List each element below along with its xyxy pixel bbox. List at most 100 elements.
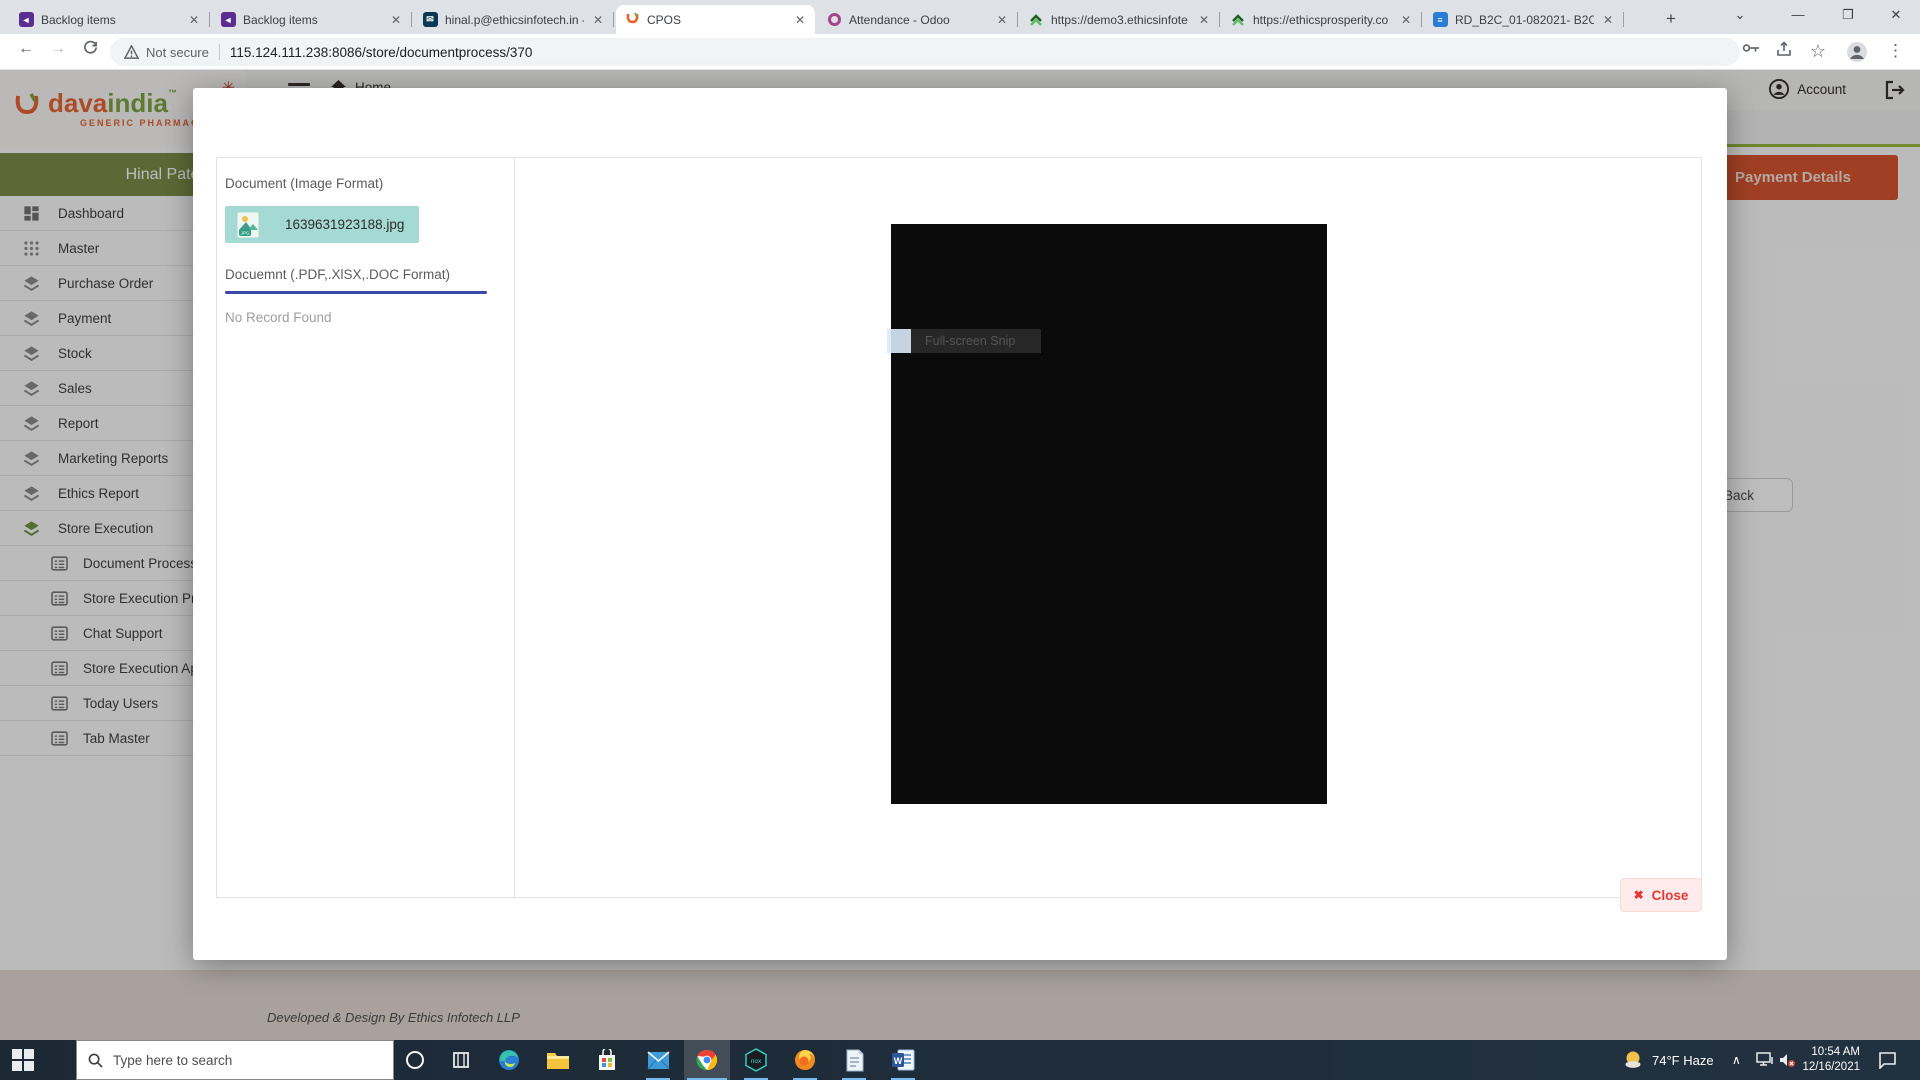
start-button-icon[interactable] [12, 1049, 34, 1071]
tab-close-icon[interactable]: ✕ [1601, 13, 1615, 27]
tab-close-icon[interactable]: ✕ [995, 13, 1009, 27]
svg-text:W: W [894, 1056, 903, 1066]
browser-tab-strip: ◄ Backlog items ✕ ◄ Backlog items ✕ ✉ hi… [0, 0, 1920, 34]
tab-close-icon[interactable]: ✕ [591, 13, 605, 27]
ethics-site-icon [1028, 12, 1044, 28]
tab-backlog-1[interactable]: ◄ Backlog items ✕ [10, 5, 209, 34]
mail-icon: ✉ [422, 12, 438, 28]
azure-devops-icon: ◄ [18, 12, 34, 28]
forward-icon[interactable]: → [46, 40, 70, 58]
profile-avatar[interactable] [1846, 41, 1868, 67]
restore-button[interactable]: ❐ [1826, 0, 1870, 32]
davaindia-icon [624, 12, 640, 28]
task-view-icon[interactable] [438, 1040, 484, 1080]
tab-odoo[interactable]: Attendance - Odoo ✕ [818, 5, 1017, 34]
weather-haze-icon [1622, 1049, 1644, 1071]
reload-icon[interactable] [78, 40, 102, 60]
tab-search-icon[interactable]: ⌄ [1718, 0, 1762, 32]
new-tab-button[interactable]: + [1658, 7, 1684, 33]
section-underline [225, 291, 487, 294]
chrome-menu-icon[interactable]: ⋮ [1887, 41, 1904, 61]
tray-expand-chevron[interactable]: ∧ [1732, 1040, 1741, 1080]
tab-title: Attendance - Odoo [849, 13, 988, 27]
snip-notepad-icon[interactable] [831, 1040, 877, 1080]
not-secure-warning-icon [124, 45, 139, 59]
clock-time: 10:54 AM [1798, 1045, 1860, 1060]
weather-widget[interactable]: 74°F Haze [1622, 1040, 1714, 1080]
screen: ◄ Backlog items ✕ ◄ Backlog items ✕ ✉ hi… [0, 0, 1920, 1080]
security-label[interactable]: Not secure [146, 45, 209, 60]
taskbar-clock[interactable]: 10:54 AM 12/16/2021 [1798, 1045, 1860, 1075]
tab-title: CPOS [647, 13, 786, 27]
modal-body: Document (Image Format) JPG 163963192318… [216, 157, 1702, 898]
close-x-icon: ✖ [1634, 888, 1644, 902]
tab-title: https://demo3.ethicsinfote [1051, 13, 1190, 27]
close-window-button[interactable]: ✕ [1874, 0, 1918, 32]
cortana-icon[interactable] [392, 1040, 438, 1080]
tab-close-icon[interactable]: ✕ [1197, 13, 1211, 27]
password-key-icon[interactable] [1742, 41, 1760, 59]
svg-text:JPG: JPG [241, 230, 250, 235]
tab-cpos-active[interactable]: CPOS ✕ [616, 5, 815, 34]
snip-tooltip-text: Full-screen Snip [925, 334, 1015, 348]
weather-text: 74°F Haze [1652, 1053, 1714, 1068]
volume-muted-icon[interactable] [1778, 1040, 1796, 1080]
odoo-icon [826, 12, 842, 28]
fullscreen-snip-tooltip: Full-screen Snip [887, 329, 1041, 353]
file-name: 1639631923188.jpg [285, 217, 404, 232]
taskbar-search[interactable]: Type here to search [76, 1040, 394, 1080]
svg-text:nox: nox [751, 1058, 762, 1065]
browser-toolbar: ← → Not secure 115.124.111.238:8086/stor… [0, 34, 1920, 70]
back-icon[interactable]: ← [14, 40, 38, 58]
selected-image-file[interactable]: JPG 1639631923188.jpg [225, 206, 419, 243]
mail-app-icon[interactable] [635, 1040, 681, 1080]
tab-word-doc[interactable]: ≡ RD_B2C_01-082021- B2C A ✕ [1424, 5, 1623, 34]
tab-close-icon[interactable]: ✕ [793, 13, 807, 27]
chrome-icon[interactable] [684, 1040, 730, 1080]
doc-format-section-label: Docuemnt (.PDF,.XlSX,.DOC Format) [225, 267, 506, 282]
document-preview-modal: Document (Image Format) JPG 163963192318… [193, 88, 1727, 960]
divider [219, 44, 220, 60]
tab-title: Backlog items [41, 13, 180, 27]
tab-close-icon[interactable]: ✕ [187, 13, 201, 27]
azure-devops-icon: ◄ [220, 12, 236, 28]
tab-title: Backlog items [243, 13, 382, 27]
snip-highlight [887, 329, 911, 353]
search-icon [88, 1053, 103, 1068]
tab-close-icon[interactable]: ✕ [1399, 13, 1413, 27]
image-format-section-label: Document (Image Format) [225, 176, 506, 191]
share-icon[interactable] [1776, 41, 1792, 61]
document-image-preview[interactable]: Full-screen Snip [891, 224, 1327, 804]
windows-taskbar: Type here to search nox [0, 1040, 1920, 1080]
app-page: Home Account Store Execution Process dav… [0, 70, 1920, 1040]
tab-title: hinal.p@ethicsinfotech.in - [445, 13, 584, 27]
tab-ethicsprosperity[interactable]: https://ethicsprosperity.co ✕ [1222, 5, 1421, 34]
firefox-icon[interactable] [782, 1040, 828, 1080]
modal-close-button[interactable]: ✖ Close [1620, 878, 1702, 912]
word-doc-icon: ≡ [1432, 12, 1448, 28]
document-list-panel: Document (Image Format) JPG 163963192318… [217, 158, 515, 897]
network-icon[interactable] [1756, 1040, 1774, 1080]
tab-mail[interactable]: ✉ hinal.p@ethicsinfotech.in - ✕ [414, 5, 613, 34]
tab-close-icon[interactable]: ✕ [389, 13, 403, 27]
minimize-button[interactable]: — [1776, 0, 1820, 32]
word-icon[interactable]: W [880, 1040, 926, 1080]
url-text[interactable]: 115.124.111.238:8086/store/documentproce… [230, 45, 532, 60]
no-record-text: No Record Found [225, 310, 506, 325]
file-explorer-icon[interactable] [535, 1040, 581, 1080]
jpg-file-icon: JPG [237, 212, 259, 238]
action-center-icon[interactable] [1878, 1040, 1897, 1080]
ethics-site-icon [1230, 12, 1246, 28]
search-placeholder: Type here to search [113, 1053, 232, 1068]
close-label: Close [1652, 888, 1689, 903]
tab-backlog-2[interactable]: ◄ Backlog items ✕ [212, 5, 411, 34]
clock-date: 12/16/2021 [1798, 1060, 1860, 1075]
nox-player-icon[interactable]: nox [733, 1040, 779, 1080]
address-bar[interactable]: Not secure 115.124.111.238:8086/store/do… [110, 38, 1740, 66]
tab-demo3[interactable]: https://demo3.ethicsinfote ✕ [1020, 5, 1219, 34]
image-preview-panel: Full-screen Snip [515, 158, 1701, 897]
microsoft-store-icon[interactable] [584, 1040, 630, 1080]
tab-title: RD_B2C_01-082021- B2C A [1455, 13, 1594, 27]
bookmark-star-icon[interactable]: ☆ [1810, 41, 1826, 62]
edge-icon[interactable] [486, 1040, 532, 1080]
